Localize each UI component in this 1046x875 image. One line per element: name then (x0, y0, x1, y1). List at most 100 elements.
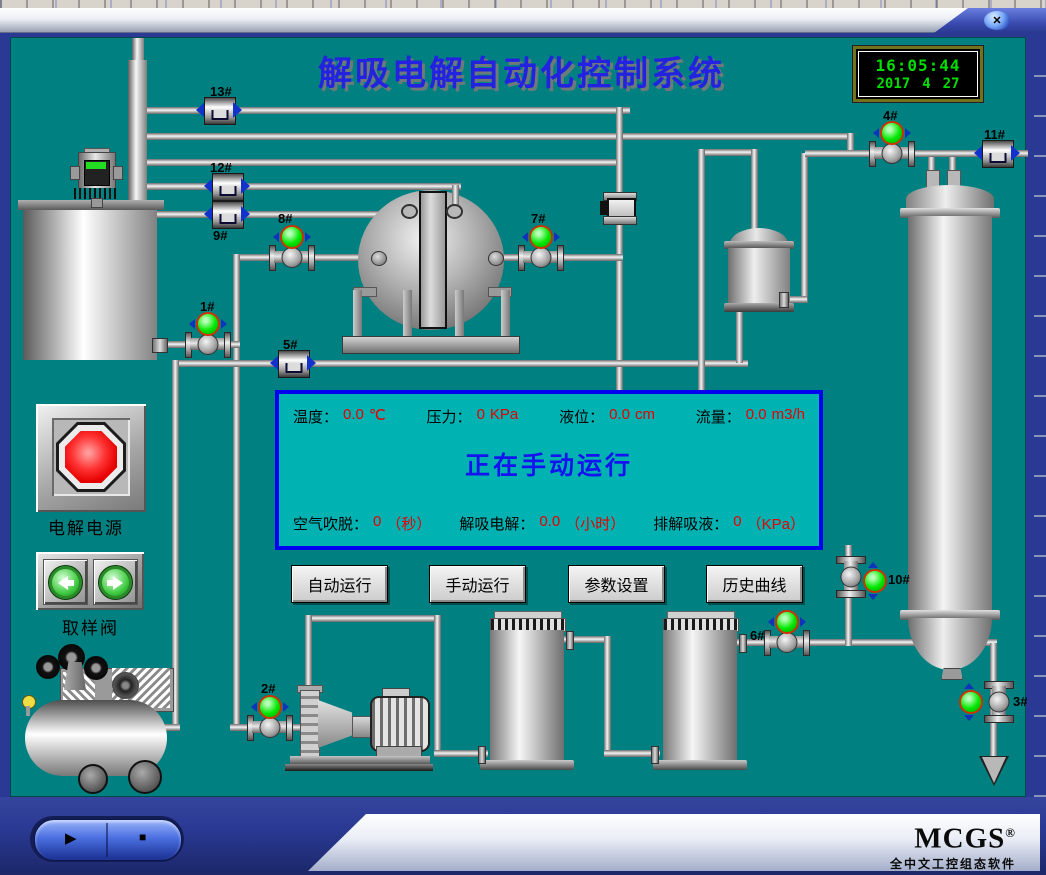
power-button-bezel (52, 418, 130, 496)
background-toolbar (0, 0, 1046, 8)
pump-shaft (352, 716, 372, 738)
page-title: 解吸电解自动化控制系统 (318, 46, 798, 95)
compressor-pulley (84, 656, 108, 680)
valve-port-icon (283, 702, 289, 712)
chimney (128, 60, 147, 208)
runtime-control: ▶ ■ (34, 819, 182, 861)
sphere-outlet-ball (371, 251, 387, 266)
valve-7-label: 7# (531, 211, 545, 226)
counter-unit: （秒） (386, 513, 431, 534)
valve-open-indicator[interactable] (880, 121, 904, 145)
pipe-segment (305, 615, 312, 689)
sample-valve-left-button[interactable] (43, 559, 88, 605)
counter-desorption: 解吸电解：0.0（小时） (459, 513, 625, 534)
valve-4[interactable] (869, 121, 915, 165)
valve-slot-icon (286, 363, 303, 373)
tank1-base (480, 760, 574, 770)
counter-value: 0 (733, 513, 741, 534)
valve-open-indicator[interactable] (258, 695, 282, 719)
close-icon: ✕ (992, 14, 1001, 27)
play-icon[interactable]: ▶ (65, 829, 77, 847)
close-button[interactable]: ✕ (984, 11, 1010, 30)
clock-month: 4 (922, 76, 930, 92)
arrow-left-icon (67, 580, 74, 586)
valve-5-label: 5# (283, 337, 297, 352)
valve-3-label: 3# (1013, 694, 1027, 709)
mcgs-tagline: 全中文工控组态软件 (890, 855, 1016, 872)
pump-inlet-column (300, 690, 320, 760)
parameter-settings-button[interactable]: 参数设置 (568, 565, 665, 603)
valve-3[interactable] (984, 681, 1014, 723)
registered-mark: ® (1005, 825, 1016, 840)
button-ring (98, 565, 133, 600)
pump-motor (370, 696, 430, 752)
valve-6-label: 6# (750, 628, 764, 643)
motor-stem (91, 198, 103, 208)
valve-6[interactable] (764, 610, 810, 654)
reactor-column (419, 191, 447, 329)
motor-lug (70, 166, 80, 180)
valve-13-label: 13# (210, 84, 232, 99)
pipe-segment (434, 615, 441, 757)
valve-5 (270, 350, 316, 376)
sphere-inlet-ring (446, 204, 463, 219)
manual-run-button[interactable]: 手动运行 (429, 565, 526, 603)
valve-port-icon (233, 102, 242, 118)
pipe-segment (801, 153, 808, 303)
pipe-segment (305, 615, 441, 622)
valve-13 (196, 97, 242, 123)
sample-valve-right-button[interactable] (93, 559, 138, 605)
pipe-segment (233, 254, 240, 731)
valve-open-indicator[interactable] (196, 312, 220, 336)
valve-open-indicator[interactable] (529, 225, 553, 249)
pipe-segment (698, 149, 758, 156)
window-titlebar (0, 8, 1046, 33)
valve-11 (974, 140, 1020, 166)
valve-8[interactable] (269, 225, 315, 269)
valve-7[interactable] (518, 225, 564, 269)
drain-arrow-icon (982, 757, 1006, 783)
valve-2[interactable] (247, 695, 293, 739)
valve-slot-icon (212, 110, 229, 120)
valve-1[interactable] (185, 312, 231, 356)
valve-port-icon (221, 319, 227, 329)
valve-12-label: 12# (210, 160, 232, 175)
counter-label: 解吸电解： (459, 513, 534, 534)
pipe-segment (143, 183, 461, 190)
electrolysis-tank (23, 210, 157, 360)
metric-unit: cm (635, 406, 655, 427)
valve-10-label: 10# (888, 572, 910, 587)
metric-value: 0 (477, 406, 485, 427)
clock-date: 2017 4 27 (876, 76, 959, 92)
valve-port-icon (241, 178, 250, 194)
stop-icon[interactable]: ■ (139, 830, 146, 844)
metric-temperature: 温度：0.0℃ (293, 406, 386, 427)
metric-label: 温度： (293, 406, 338, 427)
valve-hub (989, 692, 1010, 713)
valve-port-icon (305, 232, 311, 242)
counter-value: 0 (373, 513, 381, 534)
compressor-pulley (36, 655, 60, 679)
clock-time: 16:05:44 (875, 56, 960, 75)
scrollbar[interactable] (1034, 37, 1046, 797)
valve-10[interactable] (836, 556, 866, 598)
valve-open-indicator[interactable] (863, 569, 887, 593)
valve-port-icon (868, 562, 878, 568)
storage-tank-2 (663, 630, 737, 762)
valve-open-indicator[interactable] (959, 690, 983, 714)
electrolysis-column (908, 216, 992, 614)
run-status-text: 正在手动运行 (279, 446, 819, 482)
valve-open-indicator[interactable] (775, 610, 799, 634)
auto-run-button[interactable]: 自动运行 (291, 565, 388, 603)
valve-port-icon (1011, 145, 1020, 161)
valve-flange (836, 590, 866, 598)
metric-label: 压力： (427, 406, 472, 427)
valve-slot-icon (990, 153, 1007, 163)
valve-open-indicator[interactable] (280, 225, 304, 249)
valve-8-label: 8# (278, 211, 292, 226)
metric-value: 0.0 (609, 406, 630, 427)
history-curve-button[interactable]: 历史曲线 (706, 565, 803, 603)
footer-bar: ▶ ■ MCGS® 全中文工控组态软件 (0, 797, 1046, 875)
sample-valve-label: 取样阀 (62, 614, 119, 639)
valve-housing (982, 140, 1014, 168)
